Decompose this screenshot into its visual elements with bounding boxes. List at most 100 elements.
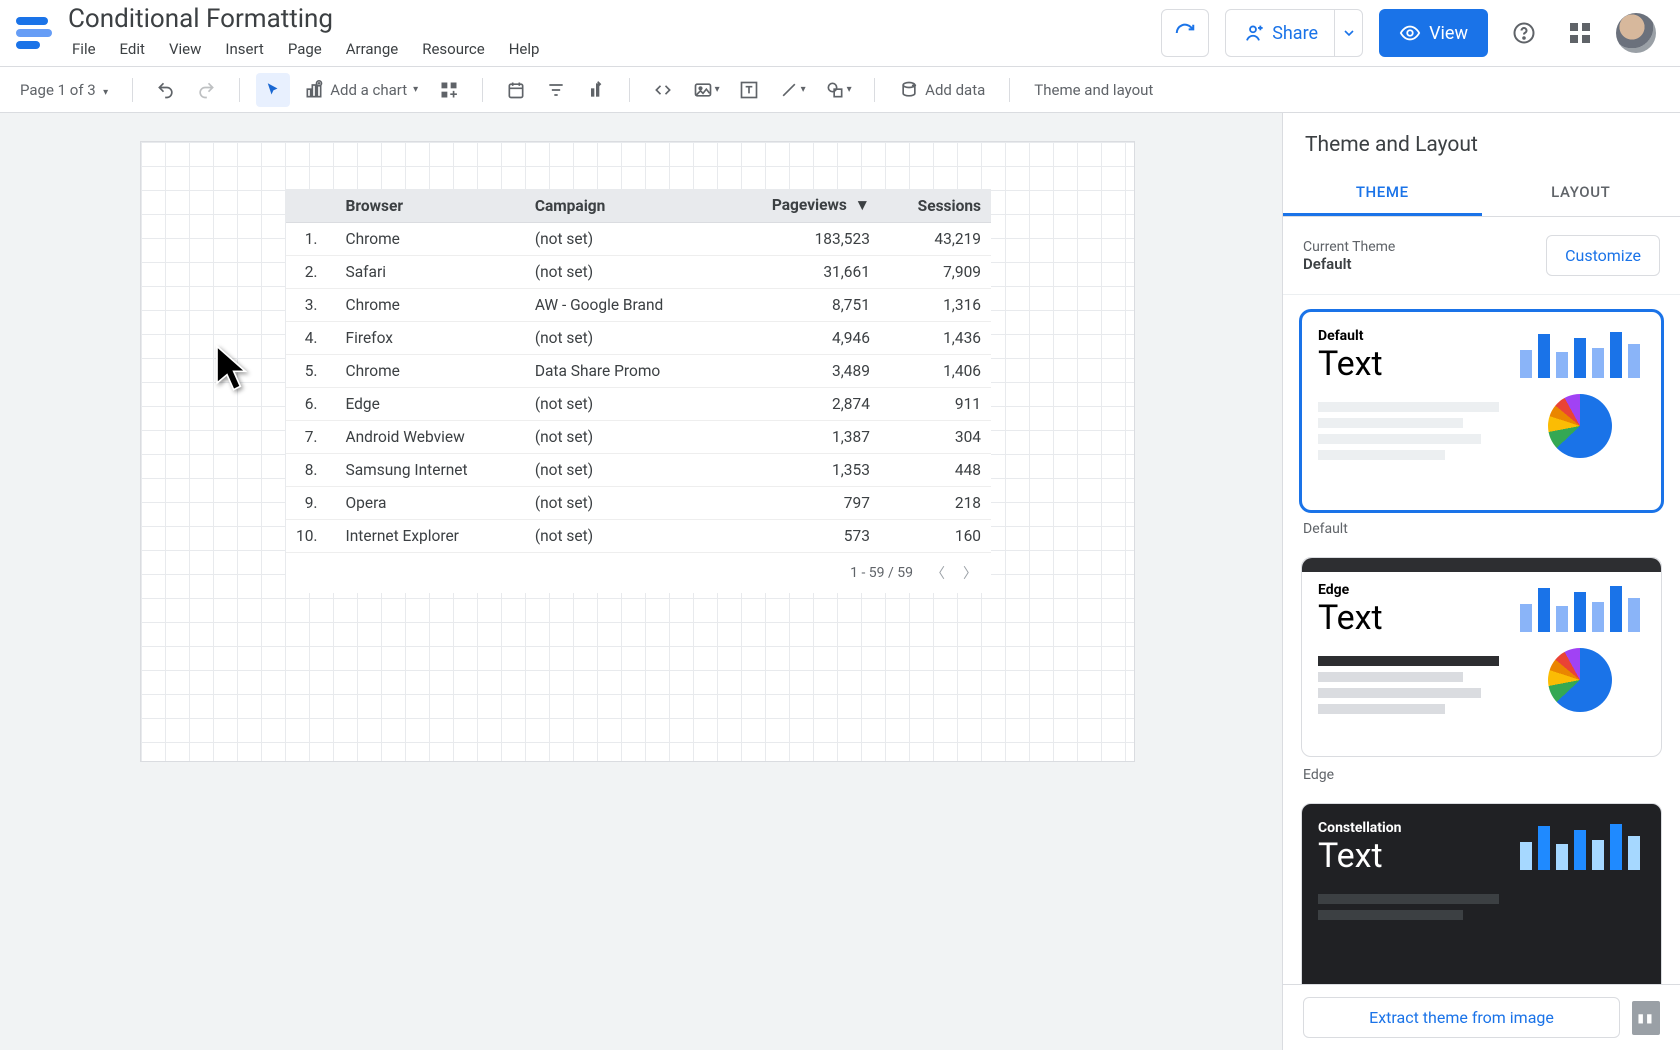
shape-button[interactable]: ▾ <box>818 73 858 107</box>
data-control-icon <box>586 80 606 100</box>
add-data-label: Add data <box>925 81 985 99</box>
menu-resource[interactable]: Resource <box>412 36 495 62</box>
menu-edit[interactable]: Edit <box>110 36 155 62</box>
menu-view[interactable]: View <box>159 36 211 62</box>
redo-button[interactable] <box>189 73 223 107</box>
theme-name: Default <box>1318 328 1499 344</box>
add-chart-button[interactable]: Add a chart ▾ <box>296 73 426 107</box>
share-dropdown[interactable] <box>1334 10 1362 56</box>
cell-browser: Firefox <box>336 322 525 355</box>
add-chart-label: Add a chart <box>330 81 407 99</box>
extract-theme-button[interactable]: Extract theme from image <box>1303 997 1620 1038</box>
cell-browser: Chrome <box>336 355 525 388</box>
undo-button[interactable] <box>149 73 183 107</box>
prev-page-button[interactable]: 〈 <box>931 563 945 583</box>
refresh-button[interactable] <box>1161 9 1209 57</box>
current-theme-label: Current Theme <box>1303 239 1395 255</box>
code-icon <box>653 80 673 100</box>
cell-pageviews: 573 <box>723 520 880 553</box>
data-control-button[interactable] <box>579 73 613 107</box>
pointer-icon <box>264 81 282 99</box>
col-pageviews[interactable]: Pageviews ▼ <box>723 189 880 223</box>
theme-card-edge[interactable]: Edge Text <box>1301 557 1662 757</box>
community-vis-button[interactable] <box>432 73 466 107</box>
table-footer: 1 - 59 / 59 〈 〉 <box>286 553 991 593</box>
theme-layout-panel: Theme and Layout THEME LAYOUT Current Th… <box>1282 113 1680 1050</box>
person-add-icon <box>1242 22 1264 44</box>
col-index[interactable] <box>286 189 336 223</box>
cell-browser: Android Webview <box>336 421 525 454</box>
canvas-area[interactable]: Browser Campaign Pageviews ▼ Sessions 1.… <box>0 113 1282 1050</box>
menu-insert[interactable]: Insert <box>215 36 273 62</box>
share-label: Share <box>1272 23 1318 44</box>
user-avatar[interactable] <box>1616 13 1656 53</box>
theme-name: Edge <box>1318 582 1499 598</box>
mini-bars-icon <box>1520 820 1640 870</box>
table-row[interactable]: 3. Chrome AW - Google Brand 8,751 1,316 <box>286 289 991 322</box>
cell-sessions: 1,316 <box>880 289 991 322</box>
theme-label-default: Default <box>1303 521 1660 537</box>
line-button[interactable]: ▾ <box>772 73 812 107</box>
text-button[interactable] <box>732 73 766 107</box>
table-chart[interactable]: Browser Campaign Pageviews ▼ Sessions 1.… <box>286 189 991 593</box>
current-theme-row: Current Theme Default Customize <box>1283 217 1680 295</box>
customize-button[interactable]: Customize <box>1546 235 1660 276</box>
doc-title[interactable]: Conditional Formatting <box>68 4 549 34</box>
image-button[interactable]: ▾ <box>686 73 726 107</box>
menu-arrange[interactable]: Arrange <box>336 36 408 62</box>
cell-pageviews: 183,523 <box>723 223 880 256</box>
community-icon <box>439 80 459 100</box>
panel-tabs: THEME LAYOUT <box>1283 171 1680 217</box>
panel-title: Theme and Layout <box>1283 113 1680 171</box>
cell-index: 7. <box>286 421 336 454</box>
table-row[interactable]: 9. Opera (not set) 797 218 <box>286 487 991 520</box>
col-campaign[interactable]: Campaign <box>525 189 723 223</box>
tab-layout[interactable]: LAYOUT <box>1482 171 1680 216</box>
cell-browser: Opera <box>336 487 525 520</box>
filter-icon <box>546 80 566 100</box>
table-row[interactable]: 4. Firefox (not set) 4,946 1,436 <box>286 322 991 355</box>
canvas-page[interactable]: Browser Campaign Pageviews ▼ Sessions 1.… <box>140 141 1135 762</box>
add-data-button[interactable]: Add data <box>891 73 993 107</box>
cell-index: 2. <box>286 256 336 289</box>
apps-button[interactable] <box>1560 13 1600 53</box>
view-button[interactable]: View <box>1379 9 1488 57</box>
cell-index: 3. <box>286 289 336 322</box>
share-button[interactable]: Share <box>1226 10 1334 56</box>
pause-button[interactable]: ▮▮ <box>1632 1001 1660 1035</box>
page-selector[interactable]: Page 1 of 3 ▾ <box>12 81 116 99</box>
cell-index: 4. <box>286 322 336 355</box>
table-header: Browser Campaign Pageviews ▼ Sessions <box>286 189 991 223</box>
table-row[interactable]: 1. Chrome (not set) 183,523 43,219 <box>286 223 991 256</box>
menu-file[interactable]: File <box>62 36 106 62</box>
menu-help[interactable]: Help <box>499 36 550 62</box>
cell-browser: Safari <box>336 256 525 289</box>
table-row[interactable]: 10. Internet Explorer (not set) 573 160 <box>286 520 991 553</box>
table-row[interactable]: 7. Android Webview (not set) 1,387 304 <box>286 421 991 454</box>
cell-index: 1. <box>286 223 336 256</box>
sort-desc-icon: ▼ <box>855 196 870 214</box>
menu-page[interactable]: Page <box>278 36 332 62</box>
cell-pageviews: 3,489 <box>723 355 880 388</box>
embed-button[interactable] <box>646 73 680 107</box>
table-row[interactable]: 5. Chrome Data Share Promo 3,489 1,406 <box>286 355 991 388</box>
col-sessions[interactable]: Sessions <box>880 189 991 223</box>
date-range-button[interactable] <box>499 73 533 107</box>
help-button[interactable] <box>1504 13 1544 53</box>
pointer-tool[interactable] <box>256 73 290 107</box>
table-row[interactable]: 6. Edge (not set) 2,874 911 <box>286 388 991 421</box>
table-row[interactable]: 8. Samsung Internet (not set) 1,353 448 <box>286 454 991 487</box>
cell-campaign: (not set) <box>525 322 723 355</box>
col-browser[interactable]: Browser <box>336 189 525 223</box>
theme-label-edge: Edge <box>1303 767 1660 783</box>
filter-button[interactable] <box>539 73 573 107</box>
theme-card-constellation[interactable]: Constellation Text <box>1301 803 1662 984</box>
next-page-button[interactable]: 〉 <box>963 563 977 583</box>
line-icon <box>779 80 799 100</box>
tab-theme[interactable]: THEME <box>1283 171 1482 216</box>
theme-card-default[interactable]: Default Text <box>1301 311 1662 511</box>
theme-layout-button[interactable]: Theme and layout <box>1026 81 1161 99</box>
table-row[interactable]: 2. Safari (not set) 31,661 7,909 <box>286 256 991 289</box>
theme-scroll[interactable]: Default Text Default Edge Text Edge <box>1283 295 1680 984</box>
cell-sessions: 160 <box>880 520 991 553</box>
